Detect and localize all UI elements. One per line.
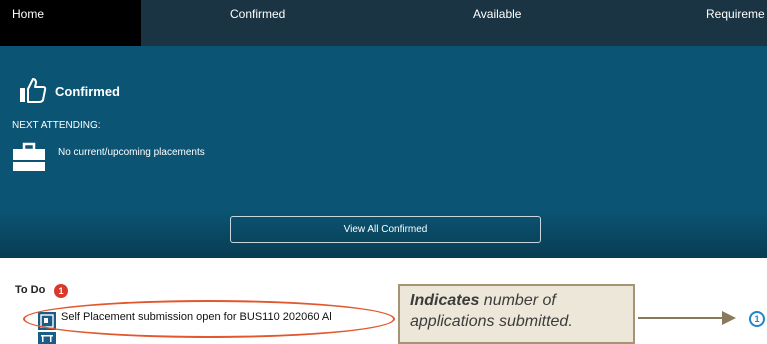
tab-home[interactable]: Home [0, 0, 141, 46]
tab-requirements[interactable]: Requireme [706, 0, 765, 46]
highlight-ellipse [23, 300, 395, 338]
tab-available[interactable]: Available [473, 0, 521, 46]
callout-emphasis: Indicates [410, 292, 480, 309]
tab-confirmed[interactable]: Confirmed [230, 0, 285, 46]
next-attending-label: NEXT ATTENDING: [12, 120, 101, 131]
tab-requirements-label: Requireme [706, 7, 765, 21]
tab-available-label: Available [473, 7, 522, 21]
todo-title: To Do [15, 284, 46, 296]
todo-count-badge: 1 [54, 284, 68, 298]
thumbs-up-icon [20, 78, 47, 103]
arrow-right-icon [638, 311, 736, 325]
no-placements-text: No current/upcoming placements [58, 147, 205, 158]
confirmed-title: Confirmed [55, 84, 120, 99]
step-number-circle: 1 [749, 311, 765, 327]
tab-confirmed-label: Confirmed [230, 7, 286, 21]
tab-home-label: Home [12, 7, 45, 21]
view-all-confirmed-button[interactable]: View All Confirmed [230, 216, 541, 243]
confirmed-panel: Confirmed NEXT ATTENDING: No current/upc… [0, 46, 767, 258]
briefcase-icon [13, 142, 45, 171]
top-nav: Home Confirmed Available Requireme [0, 0, 767, 46]
annotation-callout: Indicates number of applications submitt… [398, 284, 635, 344]
